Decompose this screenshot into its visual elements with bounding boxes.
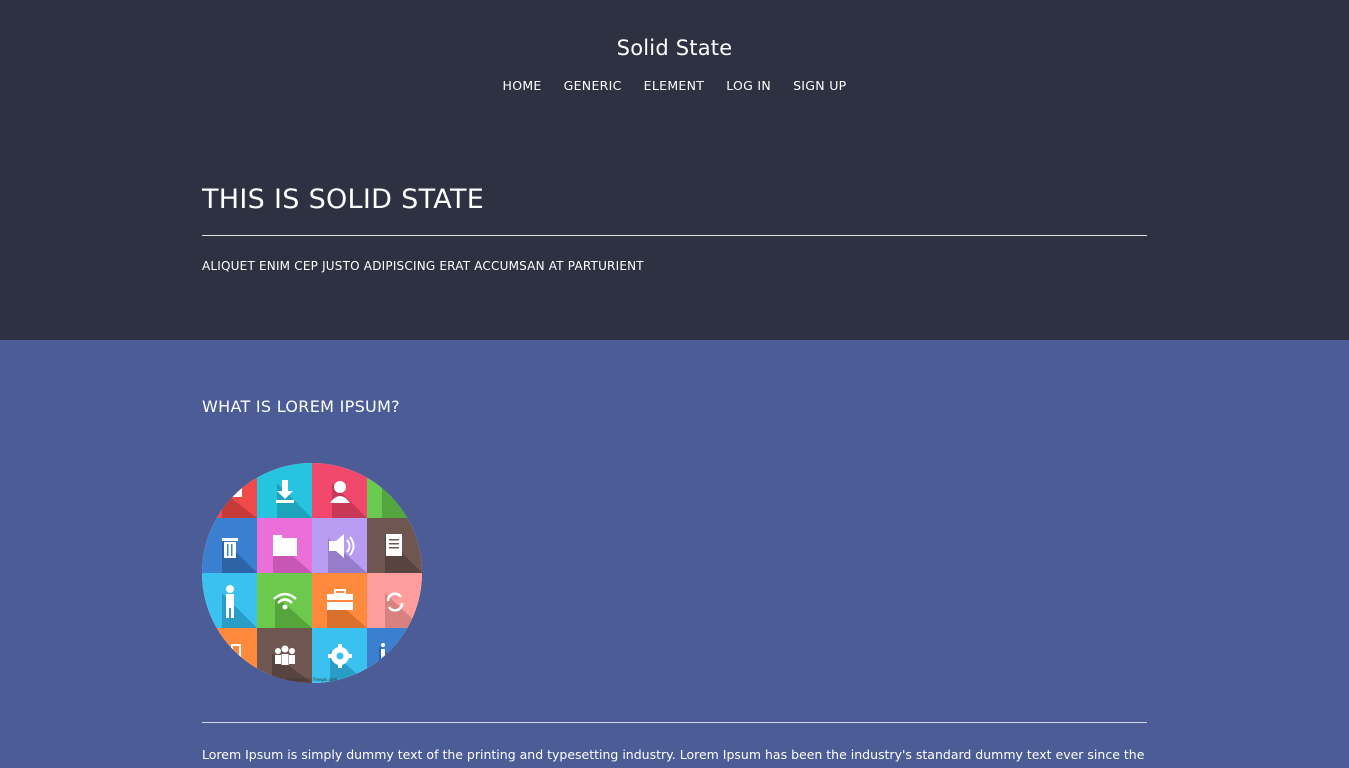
hero-subtitle: ALIQUET ENIM CEP JUSTO ADIPISCING ERAT A… bbox=[202, 259, 644, 273]
trash-icon bbox=[202, 518, 257, 573]
hero-divider bbox=[202, 235, 1147, 236]
image-credit: Designed by Freepik.com bbox=[286, 677, 338, 682]
speaker-icon bbox=[312, 518, 367, 573]
site-title[interactable]: Solid State bbox=[0, 36, 1349, 60]
group-icon bbox=[257, 628, 312, 683]
nav-home[interactable]: HOME bbox=[503, 78, 542, 93]
nav-sign-up[interactable]: SIGN UP bbox=[793, 78, 846, 93]
person-icon bbox=[202, 573, 257, 628]
refresh-icon bbox=[367, 573, 422, 628]
section-title: WHAT IS LOREM IPSUM? bbox=[202, 397, 400, 416]
main-nav: HOME GENERIC ELEMENT LOG IN SIGN UP bbox=[0, 78, 1349, 93]
user-icon bbox=[312, 463, 367, 518]
nav-log-in[interactable]: LOG IN bbox=[726, 78, 771, 93]
download-icon bbox=[257, 463, 312, 518]
hero-title: THIS IS SOLID STATE bbox=[202, 184, 485, 215]
icon-collage-image: Designed by Freepik.com bbox=[202, 463, 422, 683]
document-icon bbox=[367, 518, 422, 573]
nav-element[interactable]: ELEMENT bbox=[644, 78, 705, 93]
section-divider bbox=[202, 722, 1147, 723]
folder-icon bbox=[257, 518, 312, 573]
wifi-icon bbox=[257, 573, 312, 628]
section-body-text: Lorem Ipsum is simply dummy text of the … bbox=[202, 747, 1145, 762]
mail-icon bbox=[202, 463, 257, 518]
briefcase-icon bbox=[312, 573, 367, 628]
info-icon bbox=[367, 628, 422, 683]
edit-icon bbox=[367, 463, 422, 518]
page-header: Solid State HOME GENERIC ELEMENT LOG IN … bbox=[0, 0, 1349, 340]
door-icon bbox=[202, 628, 257, 683]
nav-generic[interactable]: GENERIC bbox=[564, 78, 622, 93]
gear-icon bbox=[312, 628, 367, 683]
